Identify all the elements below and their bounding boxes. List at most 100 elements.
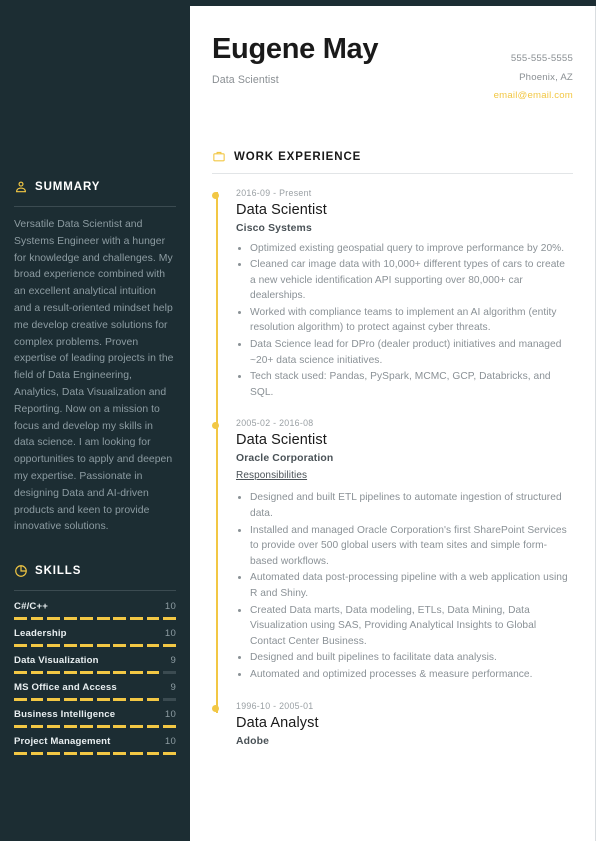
- skill-name: Data Visualization: [14, 655, 99, 667]
- skill-rating-segment: [130, 644, 143, 648]
- skill-rating-bar: [14, 752, 176, 756]
- skill-rating-bar: [14, 644, 176, 648]
- skill-rating-segment: [14, 644, 27, 648]
- identity-block: Eugene May Data Scientist: [212, 34, 379, 106]
- work-experience-header: WORK EXPERIENCE: [212, 150, 573, 164]
- skill-rating-segment: [163, 752, 176, 756]
- skill-item: Business Intelligence 10: [14, 709, 176, 729]
- skill-rating-segment: [146, 617, 160, 621]
- skill-rating-segment: [163, 725, 176, 729]
- skill-rating-bar: [14, 725, 176, 729]
- skill-rating-bar: [14, 617, 176, 621]
- sidebar: SUMMARY Versatile Data Scientist and Sys…: [0, 0, 190, 841]
- skill-level: 10: [164, 736, 176, 748]
- job-company: Cisco Systems: [236, 222, 312, 234]
- skill-level: 9: [170, 655, 176, 667]
- skill-name: Leadership: [14, 628, 67, 640]
- person-icon: [14, 180, 28, 194]
- skill-rating-segment: [63, 644, 77, 648]
- skill-rating-segment: [47, 698, 60, 702]
- skill-rating-segment: [163, 671, 176, 675]
- skills-title: SKILLS: [35, 565, 82, 578]
- skill-row: Business Intelligence 10: [14, 709, 176, 720]
- skill-name: C#/C++: [14, 601, 48, 613]
- contact-email[interactable]: email@email.com: [494, 87, 573, 106]
- work-timeline: 2016-09 - Present Data Scientist Cisco Sys…: [212, 174, 573, 747]
- skill-rating-segment: [113, 617, 127, 621]
- skill-item: Data Visualization 9: [14, 655, 176, 675]
- skill-rating-segment: [113, 752, 127, 756]
- skill-rating-segment: [80, 752, 94, 756]
- summary-title: SUMMARY: [35, 181, 101, 193]
- skill-rating-segment: [96, 752, 110, 756]
- skill-item: C#/C++ 10: [14, 601, 176, 621]
- job-bullet: Automated and optimized processes & meas…: [250, 667, 573, 683]
- skill-rating-segment: [63, 752, 77, 756]
- skill-rating-segment: [146, 644, 160, 648]
- job-bullet: Created Data marts, Data modeling, ETLs,…: [250, 603, 573, 650]
- skill-rating-bar: [14, 671, 176, 675]
- skill-rating-segment: [96, 617, 110, 621]
- job-bullet: Data Science lead for DPro (dealer produ…: [250, 337, 573, 368]
- skill-rating-segment: [96, 644, 110, 648]
- summary-divider: [14, 206, 176, 207]
- skill-rating-segment: [63, 671, 77, 675]
- contact-location: Phoenix, AZ: [519, 71, 573, 83]
- skill-rating-segment: [30, 644, 44, 648]
- skills-divider: [14, 590, 176, 592]
- job-date: 2016-09 - Present: [236, 187, 312, 198]
- summary-text: Versatile Data Scientist and Systems Eng…: [14, 219, 174, 533]
- skill-rating-segment: [163, 644, 176, 648]
- skill-level: 9: [170, 682, 176, 694]
- skill-rating-segment: [146, 671, 160, 675]
- skill-name: MS Office and Access: [14, 682, 117, 694]
- skill-rating-segment: [63, 725, 77, 729]
- job-subheading: Responsibilities: [236, 470, 308, 482]
- job-bullet: Designed and built pipelines to facilita…: [250, 650, 573, 666]
- skill-rating-segment: [47, 617, 60, 621]
- skill-name: Business Intelligence: [14, 709, 116, 721]
- skill-item: Project Management 10: [14, 736, 176, 756]
- job-title: Data Scientist: [236, 432, 327, 449]
- skill-rating-segment: [80, 671, 94, 675]
- skill-rating-segment: [96, 725, 110, 729]
- skill-rating-segment: [30, 617, 44, 621]
- skill-rating-segment: [80, 644, 94, 648]
- skills-header: SKILLS: [14, 560, 176, 582]
- job-bullet-list: Optimized existing geospatial query to i…: [236, 241, 573, 401]
- job-company: Oracle Corporation: [236, 453, 334, 465]
- skill-rating-segment: [47, 725, 60, 729]
- summary-header: SUMMARY: [14, 176, 176, 198]
- skill-level: 10: [164, 628, 176, 640]
- skill-rating-segment: [14, 617, 27, 621]
- skill-rating-segment: [30, 698, 44, 702]
- skill-rating-segment: [96, 671, 110, 675]
- job-entry: 2016-09 - Present Data Scientist Cisco Sys…: [212, 187, 573, 401]
- timeline-dot: [212, 191, 219, 199]
- skill-rating-segment: [163, 698, 176, 702]
- skill-rating-segment: [30, 725, 44, 729]
- job-bullet-list: Designed and built ETL pipelines to auto…: [236, 490, 573, 682]
- job-title: Data Scientist: [236, 201, 327, 218]
- skill-level: 10: [164, 601, 176, 613]
- briefcase-icon: [212, 150, 226, 164]
- skill-rating-segment: [146, 752, 160, 756]
- skill-name: Project Management: [14, 736, 111, 748]
- job-bullet: Installed and managed Oracle Corporation…: [250, 523, 573, 570]
- skill-rating-segment: [30, 671, 44, 675]
- skill-row: C#/C++ 10: [14, 601, 176, 612]
- skill-rating-segment: [113, 671, 127, 675]
- skill-rating-segment: [130, 617, 143, 621]
- skill-rating-segment: [63, 698, 77, 702]
- skill-rating-segment: [30, 752, 44, 756]
- skill-rating-segment: [163, 617, 176, 621]
- skill-item: Leadership 10: [14, 628, 176, 648]
- skill-rating-segment: [113, 725, 127, 729]
- job-date: 2005-02 - 2016-08: [236, 418, 314, 429]
- contact-phone: 555-555-5555: [510, 53, 573, 64]
- skill-rating-segment: [14, 698, 27, 702]
- job-entry: 2005-02 - 2016-08 Data Scientist Oracle Co…: [212, 418, 573, 682]
- skill-row: Data Visualization 9: [14, 655, 176, 666]
- jobs-list: 2016-09 - Present Data Scientist Cisco Sys…: [212, 187, 573, 747]
- skill-rating-segment: [14, 725, 27, 729]
